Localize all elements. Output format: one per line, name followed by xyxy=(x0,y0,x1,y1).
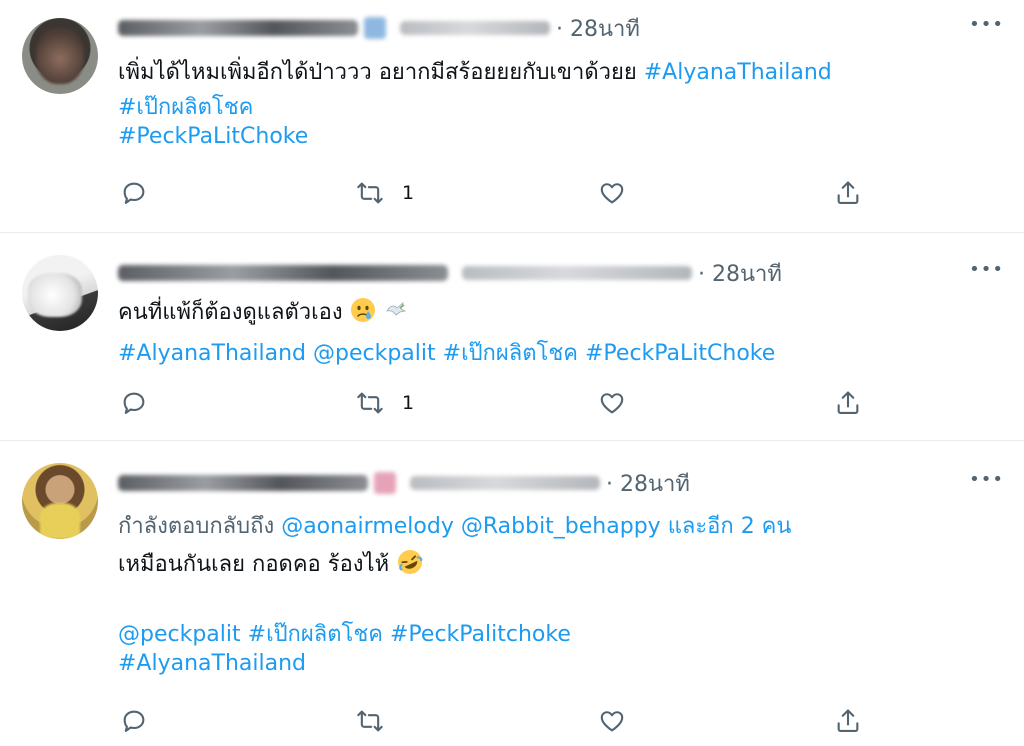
tweet-text: คนที่แพ้ก็ต้องดูแลตัวเอง xyxy=(118,300,343,325)
dove-emoji xyxy=(383,297,409,329)
like-button[interactable] xyxy=(598,179,626,207)
tweet-text: เหมือนกันเลย กอดคอ ร้องไห้ xyxy=(118,552,397,577)
like-button[interactable] xyxy=(598,389,626,417)
tweet[interactable]: · 28นาที ••• คนที่แพ้ก็ต้องดูแลตัวเอง #A… xyxy=(0,233,1024,440)
tweet-text-line: คนที่แพ้ก็ต้องดูแลตัวเอง xyxy=(118,294,409,329)
tweet-text-line: เพิ่มได้ไหมเพิ่มอีกได้ป่าววว อยากมีสร้อย… xyxy=(118,54,832,89)
hashtag-link[interactable]: #AlyanaThailand xyxy=(118,341,306,366)
retweet-count: 1 xyxy=(402,392,415,414)
reply-icon xyxy=(123,710,145,732)
tweet-text-line: #AlyanaThailand xyxy=(118,651,306,676)
author-emoji-blurred xyxy=(374,472,396,494)
timestamp[interactable]: · 28นาที xyxy=(556,11,640,46)
retweet-count: 1 xyxy=(402,182,415,204)
tweet[interactable]: · 28นาที ••• เพิ่มได้ไหมเพิ่มอีกได้ป่าวว… xyxy=(0,0,1024,232)
retweet-icon xyxy=(357,182,383,204)
heart-icon xyxy=(600,711,624,732)
hashtag-link[interactable]: #PeckPaLitChoke xyxy=(118,124,308,149)
tweet-text-line: #PeckPaLitChoke xyxy=(118,124,308,149)
share-button[interactable] xyxy=(834,179,862,207)
heart-icon xyxy=(600,183,624,204)
avatar[interactable] xyxy=(22,255,98,331)
retweet-button[interactable] xyxy=(356,707,402,735)
tweet-text-line: #AlyanaThailand @peckpalit #เป๊กผลิตโชค … xyxy=(118,335,775,370)
timestamp-text: 28นาที xyxy=(570,16,640,42)
hashtag-link[interactable]: #PeckPalitchoke xyxy=(383,622,571,647)
hashtag-link[interactable]: #เป๊กผลิตโชค xyxy=(241,622,383,647)
hashtag-link[interactable]: #AlyanaThailand xyxy=(118,651,306,676)
share-button[interactable] xyxy=(834,707,862,735)
retweet-icon xyxy=(357,710,383,732)
author-name-blurred[interactable] xyxy=(118,475,368,491)
hashtag-link[interactable]: #AlyanaThailand xyxy=(644,60,832,85)
timestamp-text: 28นาที xyxy=(620,471,690,497)
mention-link[interactable]: @aonairmelody xyxy=(281,514,454,539)
tweet[interactable]: · 28นาที ••• กำลังตอบกลับถึง @aonairmelo… xyxy=(0,441,1024,746)
tweet-header: · 28นาที xyxy=(118,467,690,499)
hashtag-link[interactable]: #เป๊กผลิตโชค xyxy=(436,341,578,366)
like-button[interactable] xyxy=(598,707,626,735)
avatar[interactable] xyxy=(22,18,98,94)
reply-button[interactable] xyxy=(120,179,148,207)
share-icon xyxy=(837,391,859,414)
rolling-laughing-emoji xyxy=(396,548,424,582)
reply-icon xyxy=(123,392,145,414)
more-icon[interactable]: ••• xyxy=(969,259,1004,280)
tweet-header: · 28นาที xyxy=(118,257,782,289)
tweet-text-line: @peckpalit #เป๊กผลิตโชค #PeckPalitchoke xyxy=(118,616,571,651)
timestamp[interactable]: · 28นาที xyxy=(606,466,690,501)
retweet-icon xyxy=(357,392,383,414)
author-emoji-blurred xyxy=(364,17,386,39)
reply-button[interactable] xyxy=(120,707,148,735)
author-handle-blurred[interactable] xyxy=(462,266,692,280)
tweet-text-line: #เป๊กผลิตโชค xyxy=(118,89,253,124)
author-handle-blurred[interactable] xyxy=(400,21,550,35)
author-handle-blurred[interactable] xyxy=(410,476,600,490)
reply-icon xyxy=(123,182,145,204)
tweet-text: เพิ่มได้ไหมเพิ่มอีกได้ป่าววว อยากมีสร้อย… xyxy=(118,60,644,85)
hashtag-link[interactable]: #เป๊กผลิตโชค xyxy=(118,95,253,120)
reply-others-link[interactable]: และอีก 2 คน xyxy=(668,514,792,539)
author-name-blurred[interactable] xyxy=(118,265,448,281)
reply-context: กำลังตอบกลับถึง @aonairmelody @Rabbit_be… xyxy=(118,508,791,543)
mention-link[interactable]: @Rabbit_behappy xyxy=(461,514,661,539)
retweet-button[interactable]: 1 xyxy=(356,389,414,417)
timestamp-text: 28นาที xyxy=(712,261,782,287)
more-icon[interactable]: ••• xyxy=(969,469,1004,490)
tweet-header: · 28นาที xyxy=(118,12,640,44)
timestamp[interactable]: · 28นาที xyxy=(698,256,782,291)
share-button[interactable] xyxy=(834,389,862,417)
share-icon xyxy=(837,181,859,204)
crying-face-emoji xyxy=(350,297,376,329)
mention-link[interactable]: @peckpalit xyxy=(118,622,241,647)
avatar[interactable] xyxy=(22,463,98,539)
reply-prefix: กำลังตอบกลับถึง xyxy=(118,514,282,539)
share-icon xyxy=(837,709,859,732)
hashtag-link[interactable]: #PeckPaLitChoke xyxy=(578,341,775,366)
tweet-text-line: เหมือนกันเลย กอดคอ ร้องไห้ xyxy=(118,546,424,582)
heart-icon xyxy=(600,393,624,414)
mention-link[interactable]: @peckpalit xyxy=(306,341,436,366)
reply-button[interactable] xyxy=(120,389,148,417)
more-icon[interactable]: ••• xyxy=(969,14,1004,35)
retweet-button[interactable]: 1 xyxy=(356,179,414,207)
author-name-blurred[interactable] xyxy=(118,20,358,36)
